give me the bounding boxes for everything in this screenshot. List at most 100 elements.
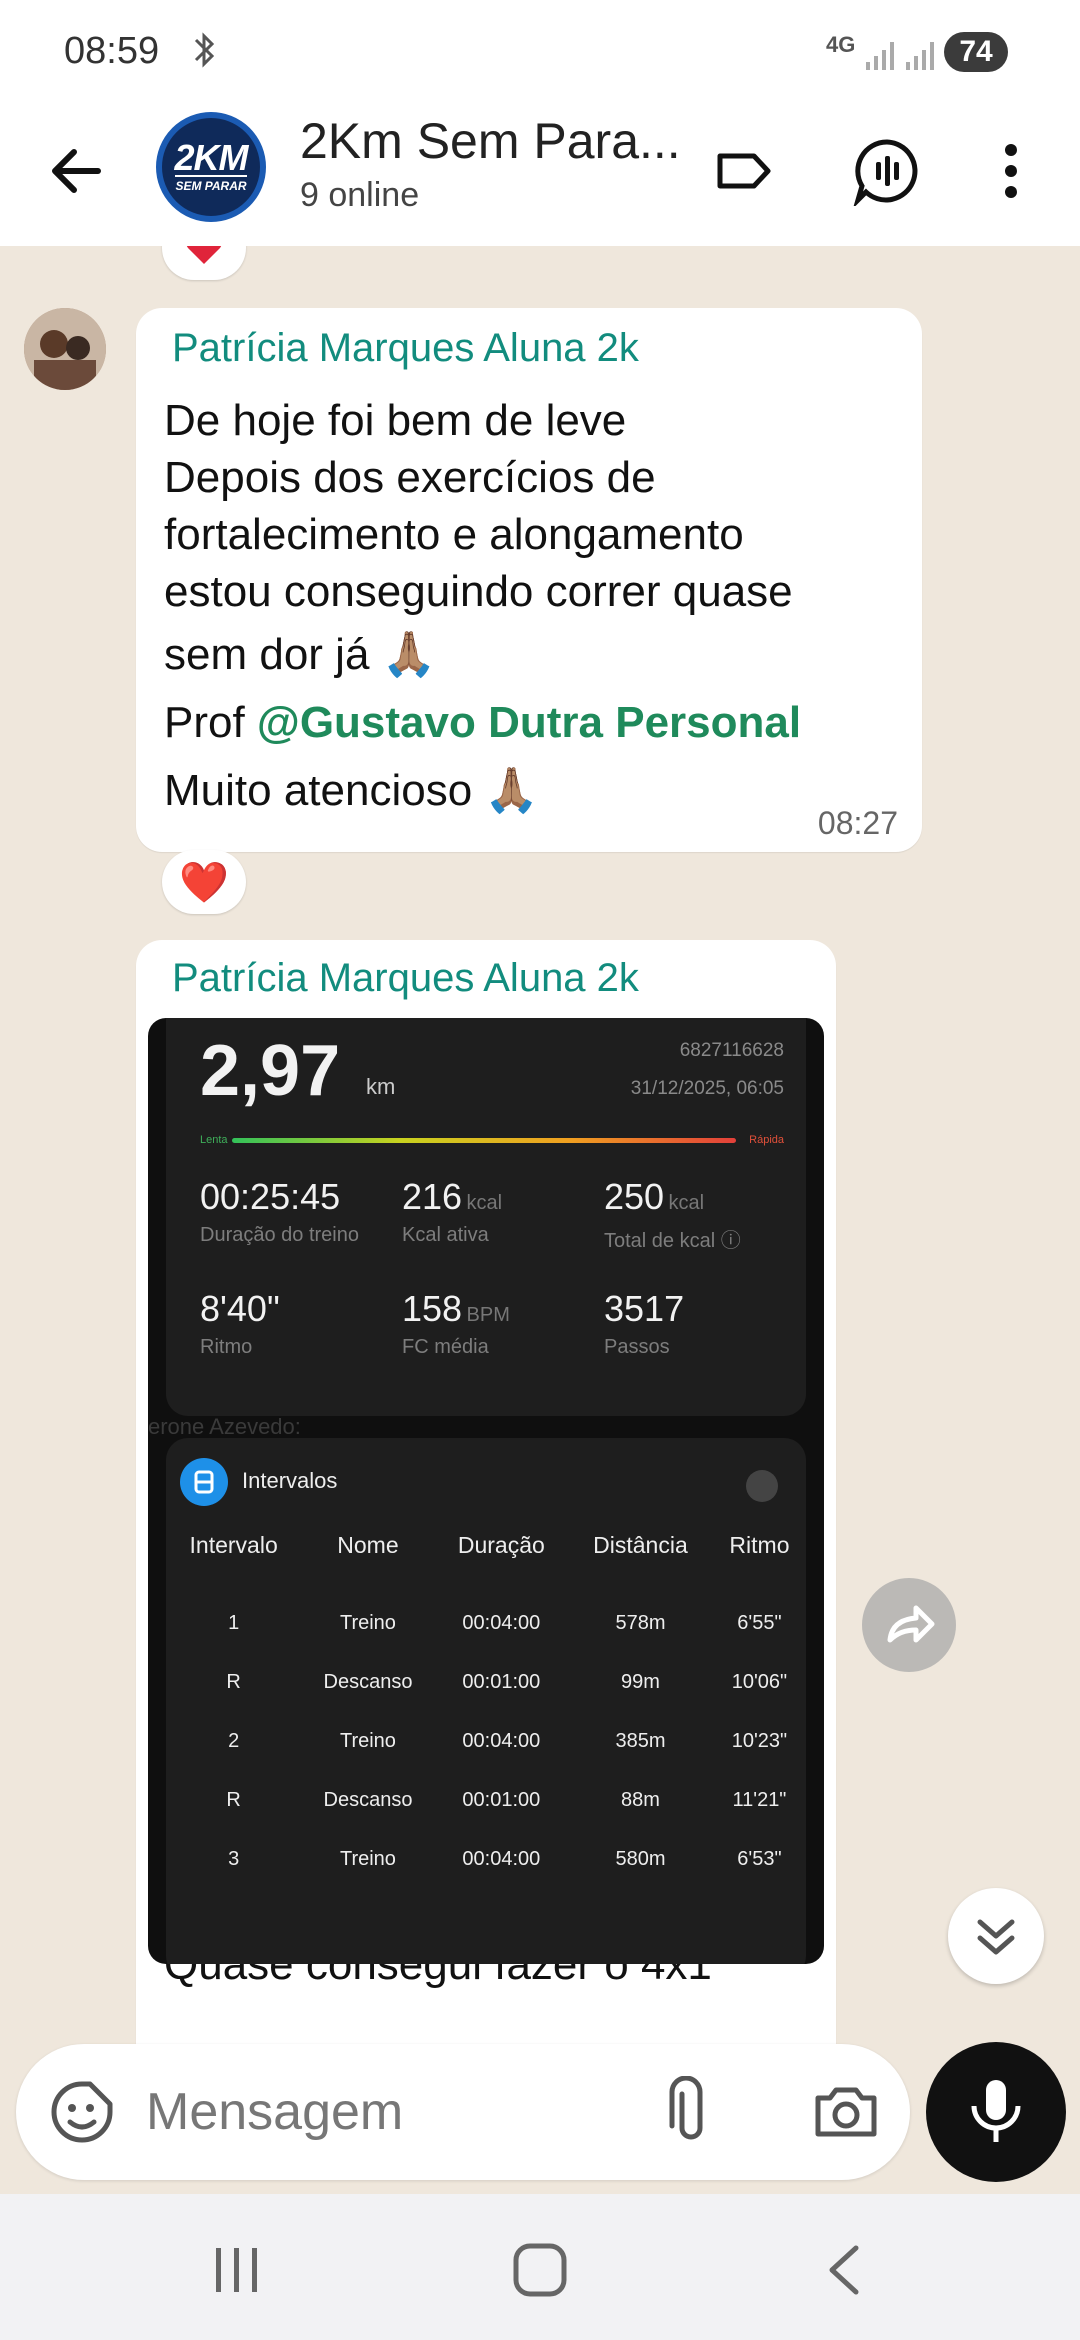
stat-unit: kcal [668, 1192, 705, 1214]
table-cell: 10'06" [731, 1671, 788, 1693]
stat-label: Total de kcal ⓘ [604, 1230, 741, 1252]
table-header-cell: Intervalo [189, 1531, 278, 1558]
stat-unit: kcal [466, 1192, 503, 1214]
workout-datetime: 31/12/2025, 06:05 [630, 1078, 784, 1099]
table-cell: 580m [615, 1848, 666, 1870]
expand-icon [746, 1470, 778, 1502]
partial-reaction[interactable] [162, 246, 246, 280]
group-title[interactable]: 2Km Sem Para... [300, 112, 680, 170]
camera-icon[interactable] [808, 2074, 884, 2150]
table-row: R Descanso 00:01:00 88m 11'21" [166, 1771, 806, 1830]
mention-link[interactable]: @Gustavo Dutra Personal [257, 698, 801, 747]
table-cell: Descanso [323, 1671, 413, 1693]
message-line: Muito atencioso 🙏🏽 [164, 766, 540, 815]
avatar-logo-text: 2KM [174, 137, 248, 178]
double-chevron-down-icon [977, 1919, 1015, 1955]
stat-label: Duração do treino [200, 1224, 359, 1246]
distance-unit: km [366, 1074, 396, 1099]
table-cell: 3 [228, 1848, 240, 1870]
message-time: 08:27 [817, 805, 898, 841]
heart-reaction-emoji: ❤️ [179, 860, 229, 905]
forward-button[interactable] [862, 1578, 956, 1672]
table-row: 3 Treino 00:04:00 580m 6'53" [166, 1830, 806, 1889]
stat-value: 250 [604, 1176, 665, 1217]
message-sender[interactable]: Patrícia Marques Aluna 2k [172, 326, 639, 371]
back-nav-icon[interactable] [818, 2240, 868, 2305]
stat-label: FC média [402, 1336, 489, 1358]
workout-summary-card: 2,97 km 6827116628 31/12/2025, 06:05 Len… [166, 1018, 806, 1416]
table-cell: 11'21" [732, 1789, 787, 1811]
workout-id: 6827116628 [679, 1040, 784, 1061]
chat-header: 2KM SEM PARAR 2Km Sem Para... 9 online [0, 100, 1080, 246]
voice-chat-icon[interactable] [852, 136, 922, 209]
message-text: De hoje foi bem de leve Depois dos exerc… [164, 392, 904, 826]
battery-indicator: 74 [944, 32, 1008, 72]
table-cell: Descanso [323, 1789, 413, 1811]
table-header-row: Intervalo Nome Duração Distância Ritmo [166, 1514, 806, 1576]
stat-label: Passos [604, 1336, 670, 1358]
table-cell: 10'23" [731, 1730, 788, 1752]
table-cell: Treino [339, 1848, 396, 1870]
label-tag-icon[interactable] [710, 136, 780, 206]
stat-kcal-total: 250 kcal Total de kcal ⓘ [604, 1176, 741, 1253]
stat-value: 216 [402, 1176, 463, 1217]
heart-reaction[interactable]: ❤️ [162, 850, 246, 914]
network-type: 4G [826, 32, 856, 57]
stat-heart-rate: 158 BPM FC média [402, 1288, 510, 1359]
table-cell: 00:04:00 [462, 1612, 541, 1634]
forward-icon [887, 1605, 935, 1643]
table-cell: 2 [228, 1730, 240, 1752]
message-input-bar[interactable]: Mensagem [16, 2044, 910, 2180]
table-row: 1 Treino 00:04:00 578m 6'55" [166, 1594, 806, 1653]
signal-icon-2 [904, 40, 938, 70]
back-arrow-icon[interactable] [42, 136, 112, 206]
group-avatar[interactable]: 2KM SEM PARAR [156, 112, 266, 222]
stat-value: 8'40" [200, 1288, 280, 1329]
workout-screenshot-image[interactable]: 2,97 km 6827116628 31/12/2025, 06:05 Len… [148, 1018, 824, 1964]
intervals-table: Intervalo Nome Duração Distância Ritmo 1 Trei… [166, 1514, 806, 1889]
avatar-logo-subtext: SEM PARAR [175, 175, 247, 193]
status-time: 08:59 [64, 30, 160, 72]
intervals-card: Intervalos Intervalo Nome Duração Distância… [166, 1438, 806, 1964]
scroll-to-bottom-button[interactable] [948, 1888, 1044, 1984]
stat-label: Ritmo [200, 1336, 253, 1358]
table-cell: 1 [228, 1612, 240, 1634]
online-count: 9 online [300, 176, 420, 214]
message-bubble[interactable]: Patrícia Marques Aluna 2k De hoje foi be… [136, 308, 922, 852]
message-line-mention: Prof @Gustavo Dutra Personal [164, 690, 904, 756]
message-line: Depois dos exercícios de [164, 453, 656, 502]
table-cell: 99m [621, 1671, 660, 1693]
table-cell: R [226, 1789, 241, 1811]
stat-duration: 00:25:45 Duração do treino [200, 1176, 359, 1247]
message-line: De hoje foi bem de leve [164, 396, 627, 445]
stat-value: 158 [402, 1288, 463, 1329]
message-line: sem dor já 🙏🏽 [164, 630, 437, 679]
message-text-prefix: Prof [164, 698, 257, 747]
signal-icon [864, 40, 898, 70]
sender-avatar[interactable] [24, 308, 106, 390]
pace-high-label: Rápida [749, 1134, 784, 1146]
sticker-icon[interactable] [46, 2076, 118, 2148]
status-bar: 08:59 4G 74 [0, 0, 1080, 100]
message-sender[interactable]: Patrícia Marques Aluna 2k [172, 956, 639, 1001]
recent-apps-icon[interactable] [210, 2242, 266, 2301]
table-cell: 385m [615, 1730, 666, 1752]
stat-value: 3517 [604, 1288, 685, 1329]
pace-low-label: Lenta [200, 1134, 228, 1146]
message-line: estou conseguindo correr quase [164, 567, 793, 616]
table-body: 1 Treino 00:04:00 578m 6'55" R Descanso 00:01:0… [166, 1576, 806, 1889]
stat-unit: BPM [466, 1304, 510, 1326]
more-options-icon[interactable] [996, 136, 1066, 206]
table-header-cell: Ritmo [729, 1531, 790, 1558]
stat-label: Kcal ativa [402, 1224, 489, 1246]
table-cell: Treino [339, 1612, 396, 1634]
table-header-cell: Nome [337, 1531, 399, 1558]
message-input[interactable]: Mensagem [146, 2082, 403, 2142]
table-cell: 00:01:00 [462, 1789, 541, 1811]
attach-icon[interactable] [656, 2075, 726, 2148]
home-icon[interactable] [510, 2240, 570, 2305]
voice-message-button[interactable] [926, 2042, 1066, 2182]
table-cell: R [226, 1671, 241, 1693]
stat-steps: 3517 Passos [604, 1288, 684, 1359]
stat-pace: 8'40" Ritmo [200, 1288, 280, 1359]
